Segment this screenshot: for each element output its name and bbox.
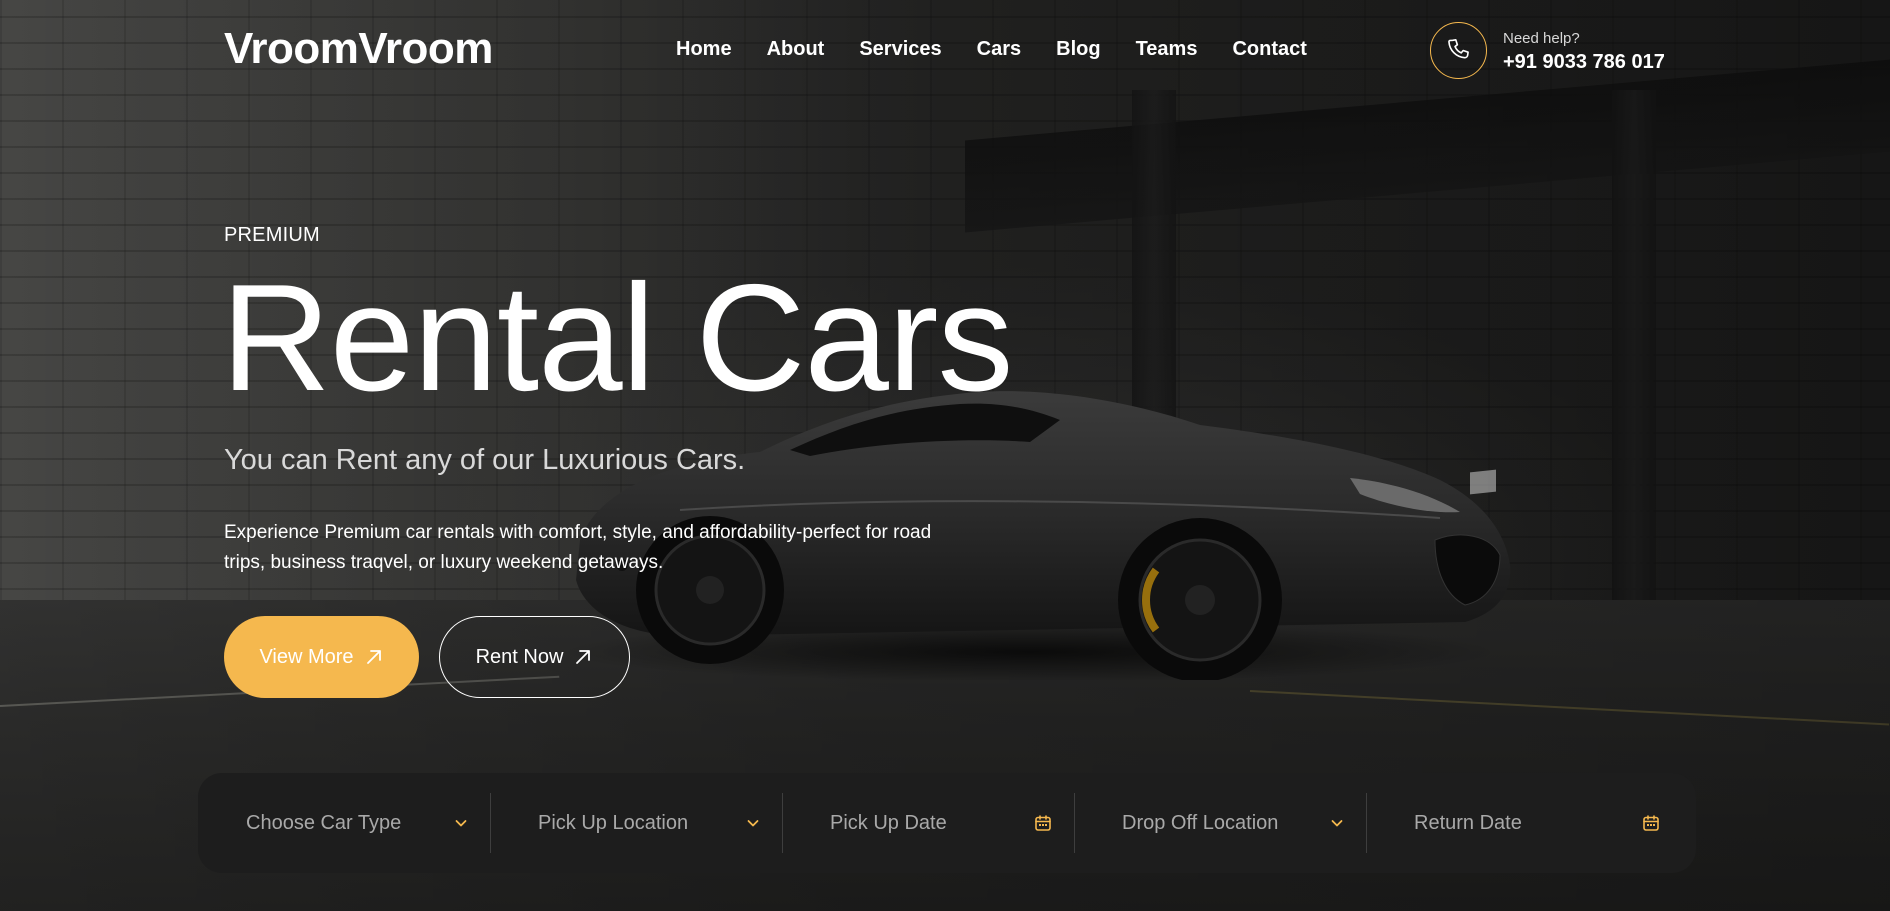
car-type-select[interactable]: Choose Car Type [198, 773, 490, 873]
pickup-location-label: Pick Up Location [538, 811, 689, 834]
phone-icon [1447, 38, 1469, 58]
arrow-up-right-icon [573, 647, 593, 667]
calendar-icon[interactable] [1642, 814, 1660, 832]
booking-bar: Choose Car Type Pick Up Location Pick Up… [198, 773, 1696, 873]
dropoff-location-select[interactable]: Drop Off Location [1074, 773, 1366, 873]
nav-item-home[interactable]: Home [676, 38, 732, 61]
help-label: Need help? [1503, 29, 1580, 47]
car-type-label: Choose Car Type [246, 811, 402, 834]
nav-item-services[interactable]: Services [859, 38, 941, 61]
nav-item-about[interactable]: About [767, 38, 825, 61]
arrow-up-right-icon [364, 647, 384, 667]
chevron-down-icon [454, 816, 468, 830]
help-phone-number[interactable]: +91 9033 786 017 [1503, 51, 1665, 74]
nav-item-teams[interactable]: Teams [1136, 38, 1198, 61]
return-date-field[interactable]: Return Date [1366, 773, 1696, 873]
brand-logo[interactable]: VroomVroom [224, 24, 493, 74]
phone-button[interactable] [1430, 22, 1487, 79]
hero-eyebrow: PREMIUM [224, 224, 320, 246]
nav-item-contact[interactable]: Contact [1232, 38, 1306, 61]
view-more-label: View More [259, 645, 354, 668]
rent-now-label: Rent Now [475, 645, 564, 668]
return-date-label: Return Date [1414, 811, 1522, 834]
nav-item-blog[interactable]: Blog [1056, 38, 1100, 61]
pickup-date-field[interactable]: Pick Up Date [782, 773, 1074, 873]
chevron-down-icon [746, 816, 760, 830]
help-text: Need help? +91 9033 786 017 [1503, 28, 1665, 74]
calendar-icon[interactable] [1034, 814, 1052, 832]
hero-description: Experience Premium car rentals with comf… [224, 522, 932, 573]
view-more-button[interactable]: View More [224, 616, 419, 698]
pickup-location-select[interactable]: Pick Up Location [490, 773, 782, 873]
chevron-down-icon [1330, 816, 1344, 830]
nav-item-cars[interactable]: Cars [977, 38, 1021, 61]
help-contact: Need help? +91 9033 786 017 [1430, 22, 1665, 79]
pickup-date-label: Pick Up Date [830, 811, 947, 834]
dropoff-location-label: Drop Off Location [1122, 811, 1279, 834]
rent-now-button[interactable]: Rent Now [439, 616, 630, 698]
hero-title: Rental Cars [221, 253, 1014, 423]
main-nav: Home About Services Cars Blog Teams Cont… [676, 38, 1342, 61]
hero-subtitle: You can Rent any of our Luxurious Cars. [224, 444, 746, 476]
